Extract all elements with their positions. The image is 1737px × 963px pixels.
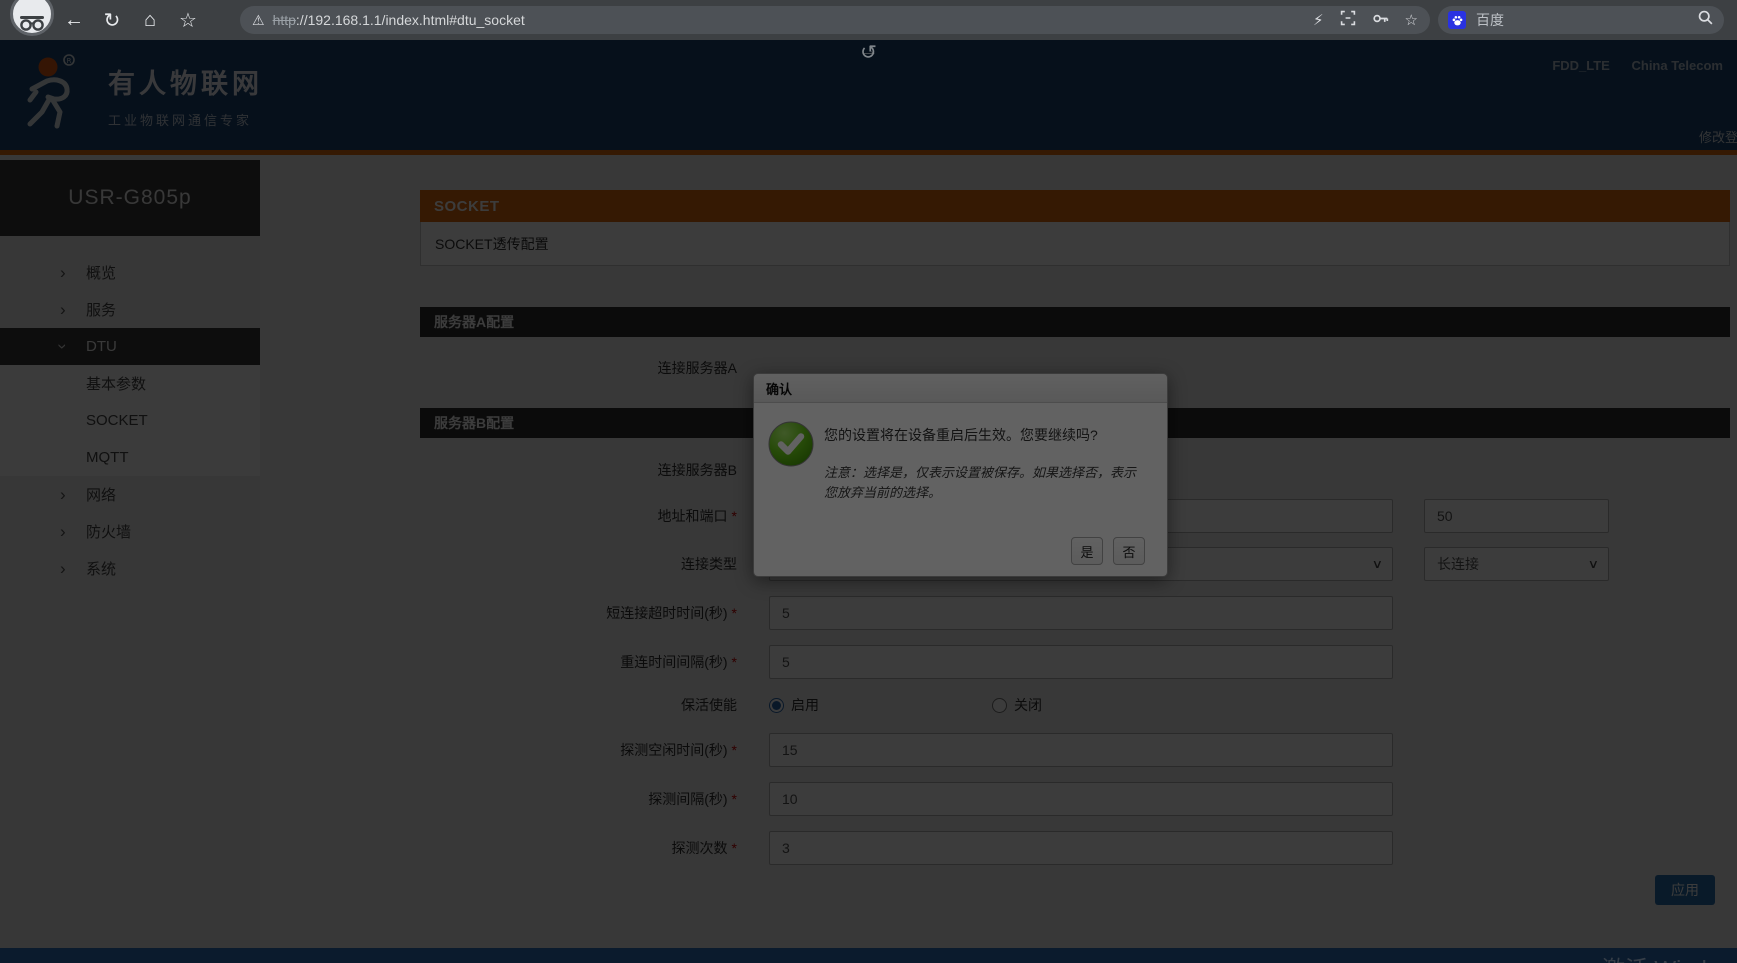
history-icon[interactable]: ↺: [0, 40, 1737, 963]
not-secure-warning-icon[interactable]: ⚠: [252, 12, 265, 29]
screenshot-icon[interactable]: [1340, 10, 1356, 30]
baidu-icon: [1448, 11, 1466, 29]
favorite-star-icon[interactable]: ☆: [1405, 11, 1418, 29]
password-key-icon[interactable]: [1372, 10, 1389, 31]
bookmark-star-icon[interactable]: ☆: [176, 8, 200, 33]
address-bar[interactable]: ⚠ http://192.168.1.1/index.html#dtu_sock…: [240, 6, 1430, 34]
browser-toolbar: ← → ↻ ⌂ ↺ ☆ ⚠ http://192.168.1.1/index.h…: [0, 0, 1737, 963]
url-text: ://192.168.1.1/index.html#dtu_socket: [295, 12, 525, 28]
url-scheme: http: [272, 12, 296, 28]
reload-icon[interactable]: ↻: [100, 8, 124, 33]
search-engine-label: 百度: [1476, 12, 1504, 28]
search-icon[interactable]: [1697, 9, 1714, 31]
home-icon[interactable]: ⌂: [138, 9, 162, 32]
search-box[interactable]: 百度: [1438, 6, 1724, 34]
screen: ← → ↻ ⌂ ↺ ☆ ⚠ http://192.168.1.1/index.h…: [0, 0, 1737, 963]
incognito-icon: [10, 0, 54, 36]
back-icon[interactable]: ←: [62, 9, 86, 32]
flash-icon[interactable]: ⚡: [1313, 11, 1324, 29]
